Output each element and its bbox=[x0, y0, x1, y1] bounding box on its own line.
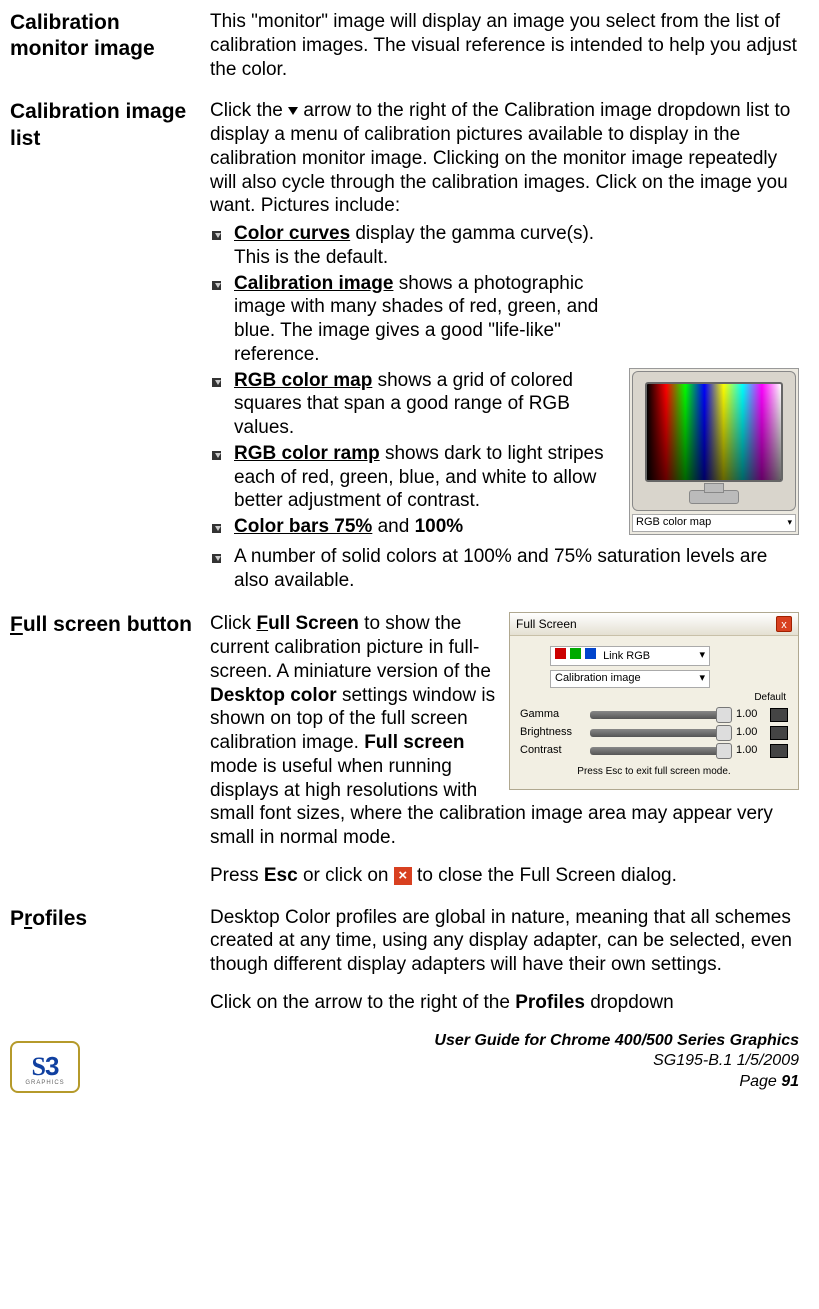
monitor-stand bbox=[689, 490, 739, 504]
list-item: A number of solid colors at 100% and 75%… bbox=[210, 545, 799, 593]
calibration-image-dropdown[interactable]: Calibration image ▾ bbox=[550, 670, 710, 688]
logo-tagline: GRAPHICS bbox=[25, 1080, 64, 1088]
section-body: This "monitor" image will display an ima… bbox=[210, 10, 799, 81]
chevron-down-icon: ▾ bbox=[699, 649, 705, 663]
text: arrow to the right of the Calibration im… bbox=[210, 100, 790, 216]
default-swatch[interactable] bbox=[770, 744, 788, 758]
gamma-slider[interactable] bbox=[590, 711, 728, 719]
section-label: Calibration monitor image bbox=[10, 10, 210, 81]
default-swatch[interactable] bbox=[770, 708, 788, 722]
list-item: Color bars 75% and 100% bbox=[210, 515, 621, 543]
chevron-down-icon: ▾ bbox=[787, 517, 792, 528]
full-screen-dialog-figure: Full Screen x Link RGB ▾ Calibration ima… bbox=[509, 612, 799, 790]
bullet-icon bbox=[210, 442, 234, 513]
link-rgb-dropdown[interactable]: Link RGB ▾ bbox=[550, 646, 710, 666]
section-calibration-list: Calibration image list Click the arrow t… bbox=[10, 99, 799, 594]
bullet-icon bbox=[210, 545, 234, 593]
brightness-row: Brightness 1.00 bbox=[520, 726, 788, 740]
list-item: Color curves display the gamma curve(s).… bbox=[210, 222, 621, 270]
monitor-screen bbox=[645, 382, 783, 482]
dropdown-arrow-icon bbox=[288, 107, 298, 115]
list-item: Calibration image shows a photographic i… bbox=[210, 272, 621, 367]
section-label: FFull screen buttonull screen button bbox=[10, 612, 210, 887]
contrast-row: Contrast 1.00 bbox=[520, 744, 788, 758]
section-full-screen: FFull screen buttonull screen button Ful… bbox=[10, 612, 799, 887]
contrast-slider[interactable] bbox=[590, 747, 728, 755]
section-label: Profiles bbox=[10, 906, 210, 1015]
calibration-image-dropdown[interactable]: RGB color map ▾ bbox=[632, 514, 796, 532]
default-label: Default bbox=[520, 692, 786, 705]
bullet-icon bbox=[210, 272, 234, 367]
section-profiles: Profiles Desktop Color profiles are glob… bbox=[10, 906, 799, 1015]
bullet-icon bbox=[210, 369, 234, 440]
section-body: Full Screen x Link RGB ▾ Calibration ima… bbox=[210, 612, 799, 887]
page-footer: S3 GRAPHICS User Guide for Chrome 400/50… bbox=[10, 1031, 799, 1093]
section-body: Click the arrow to the right of the Cali… bbox=[210, 99, 799, 594]
section-label: Calibration image list bbox=[10, 99, 210, 594]
footer-title: User Guide for Chrome 400/500 Series Gra… bbox=[92, 1031, 799, 1052]
close-button[interactable]: x bbox=[776, 616, 792, 632]
monitor-preview-figure: RGB color map ▾ bbox=[629, 368, 799, 535]
section-body: Desktop Color profiles are global in nat… bbox=[210, 906, 799, 1015]
chevron-down-icon: ▾ bbox=[699, 672, 705, 686]
dialog-titlebar: Full Screen x bbox=[510, 613, 798, 636]
default-swatch[interactable] bbox=[770, 726, 788, 740]
section-calibration-monitor: Calibration monitor image This "monitor"… bbox=[10, 10, 799, 81]
dialog-title: Full Screen bbox=[516, 617, 577, 632]
footer-docinfo: SG195-B.1 1/5/2009 bbox=[92, 1051, 799, 1072]
footer-page: Page 91 bbox=[92, 1072, 799, 1093]
s3-logo: S3 GRAPHICS bbox=[10, 1041, 80, 1093]
gamma-row: Gamma 1.00 bbox=[520, 708, 788, 722]
close-icon: × bbox=[394, 867, 412, 885]
list-item: RGB color map shows a grid of colored sq… bbox=[210, 369, 621, 440]
bullet-icon bbox=[210, 515, 234, 543]
dropdown-value: RGB color map bbox=[636, 516, 711, 530]
bullet-icon bbox=[210, 222, 234, 270]
text: Click the bbox=[210, 100, 288, 121]
brightness-slider[interactable] bbox=[590, 729, 728, 737]
esc-hint: Press Esc to exit full screen mode. bbox=[520, 766, 788, 779]
monitor-frame bbox=[632, 371, 796, 511]
list-item: RGB color ramp shows dark to light strip… bbox=[210, 442, 621, 513]
